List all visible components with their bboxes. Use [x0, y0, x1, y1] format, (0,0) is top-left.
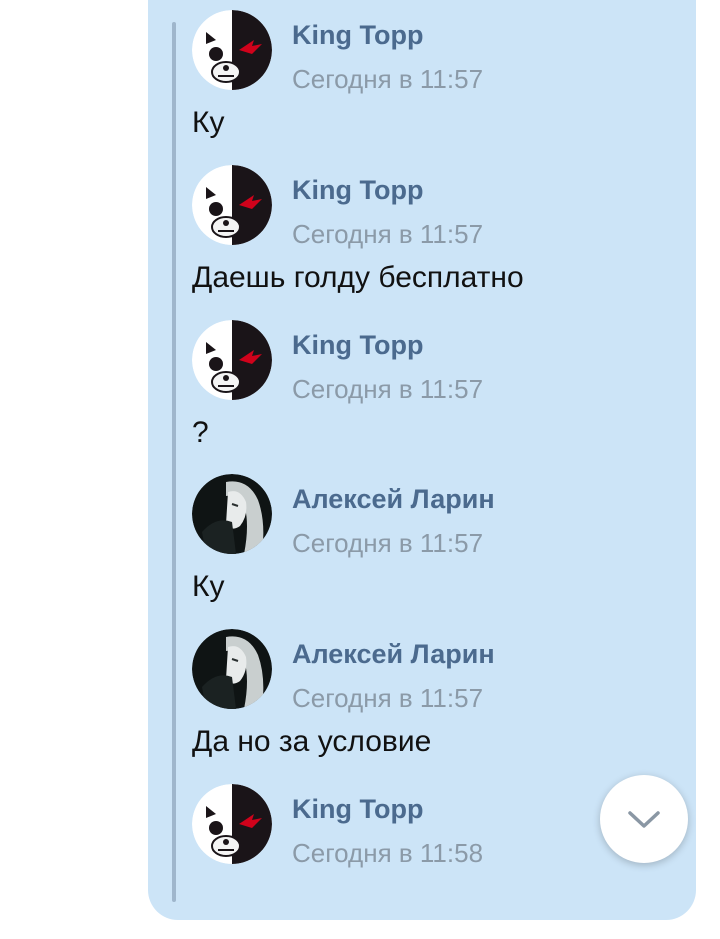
- forwarded-message: Алексей Ларин Сегодня в 11:57 Ку: [192, 474, 672, 629]
- monokuma-avatar[interactable]: [192, 165, 272, 245]
- message-time: Сегодня в 11:57: [292, 64, 484, 94]
- scroll-down-button[interactable]: [600, 775, 688, 863]
- author-name[interactable]: King Topp: [292, 20, 423, 51]
- message-time: Сегодня в 11:57: [292, 219, 484, 249]
- message-text: Ку: [192, 106, 225, 139]
- message-text: ?: [192, 416, 209, 449]
- author-name[interactable]: King Topp: [292, 175, 423, 206]
- person-photo-avatar[interactable]: [192, 629, 272, 709]
- chevron-down-icon: [628, 811, 660, 828]
- forwarded-message: King Topp Сегодня в 11:57 Даешь голду бе…: [192, 165, 672, 320]
- author-name[interactable]: King Topp: [292, 794, 423, 825]
- forwarded-message: King Topp Сегодня в 11:58: [192, 784, 672, 939]
- forwarded-message: King Topp Сегодня в 11:57 Ку: [192, 10, 672, 165]
- monokuma-avatar[interactable]: [192, 10, 272, 90]
- forward-quote-bar: [172, 22, 176, 902]
- author-name[interactable]: Алексей Ларин: [292, 484, 495, 515]
- message-time: Сегодня в 11:57: [292, 528, 484, 558]
- message-text: Да но за условие: [192, 725, 432, 758]
- message-time: Сегодня в 11:57: [292, 683, 484, 713]
- message-text: Ку: [192, 570, 225, 603]
- monokuma-avatar[interactable]: [192, 784, 272, 864]
- message-text: Даешь голду бесплатно: [192, 261, 524, 294]
- message-time: Сегодня в 11:58: [292, 838, 484, 868]
- monokuma-avatar[interactable]: [192, 320, 272, 400]
- author-name[interactable]: King Topp: [292, 330, 423, 361]
- person-photo-avatar[interactable]: [192, 474, 272, 554]
- forwarded-message: King Topp Сегодня в 11:57 ?: [192, 320, 672, 475]
- author-name[interactable]: Алексей Ларин: [292, 639, 495, 670]
- message-time: Сегодня в 11:57: [292, 374, 484, 404]
- forwarded-message: Алексей Ларин Сегодня в 11:57 Да но за у…: [192, 629, 672, 784]
